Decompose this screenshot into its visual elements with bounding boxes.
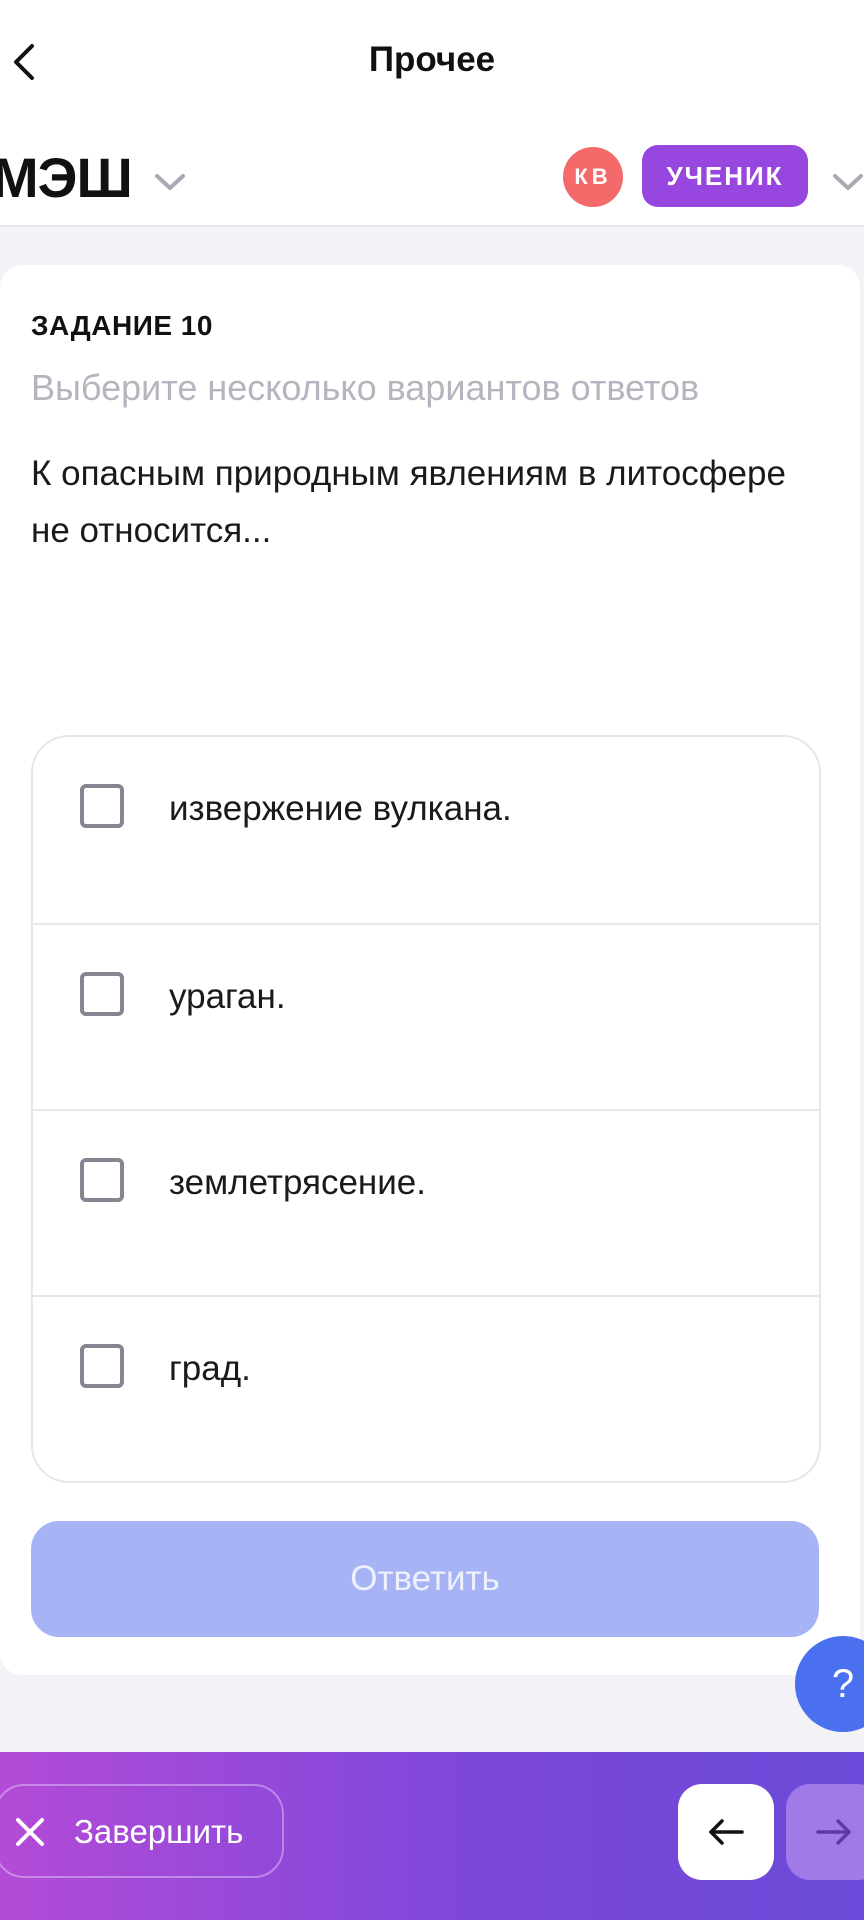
finish-button[interactable]: Завершить	[0, 1784, 284, 1878]
arrow-left-icon	[709, 1819, 744, 1845]
bottom-bar: Завершить	[0, 1752, 864, 1920]
answer-option-label: землетрясение.	[169, 1163, 426, 1202]
page: Прочее МЭШ КВ УЧЕНИК ЗАДАНИЕ 10 Выберите…	[0, 0, 864, 1920]
answer-checkbox[interactable]	[80, 784, 124, 828]
page-title: Прочее	[368, 40, 496, 79]
task-number: ЗАДАНИЕ 10	[31, 310, 213, 341]
answer-option[interactable]: землетрясение.	[33, 1109, 819, 1297]
answer-option[interactable]: град.	[33, 1295, 819, 1481]
answer-option-label: извержение вулкана.	[169, 789, 512, 828]
answer-option-label: ураган.	[169, 977, 286, 1016]
app-switcher-chevron[interactable]	[150, 167, 190, 197]
finish-button-label: Завершить	[74, 1813, 244, 1850]
answer-checkbox[interactable]	[80, 1158, 124, 1202]
answer-checkbox[interactable]	[80, 1344, 124, 1388]
avatar[interactable]: КВ	[563, 147, 623, 207]
role-badge[interactable]: УЧЕНИК	[642, 145, 808, 207]
answer-options: извержение вулкана. ураган. землетрясени…	[31, 735, 821, 1483]
task-hint: Выберите несколько вариантов ответов	[31, 367, 700, 408]
task-card: ЗАДАНИЕ 10 Выберите несколько вариантов …	[0, 265, 860, 1675]
answer-option-label: град.	[169, 1349, 251, 1388]
question-mark-icon: ?	[831, 1661, 855, 1706]
chevron-down-icon	[833, 174, 863, 190]
answer-option[interactable]: ураган.	[33, 923, 819, 1111]
previous-task-button[interactable]	[678, 1784, 774, 1880]
answer-checkbox[interactable]	[80, 972, 124, 1016]
top-nav: Прочее	[0, 0, 864, 125]
submit-answer-button[interactable]: Ответить	[31, 1521, 819, 1637]
close-icon	[16, 1818, 44, 1846]
profile-menu-chevron[interactable]	[832, 167, 864, 197]
app-header: МЭШ КВ УЧЕНИК	[0, 125, 864, 227]
next-task-button[interactable]	[786, 1784, 864, 1880]
answer-option[interactable]: извержение вулкана.	[33, 737, 819, 923]
arrow-right-icon	[816, 1819, 851, 1845]
app-logo[interactable]: МЭШ	[0, 145, 133, 210]
task-question: К опасным природным явлениям в литосфере…	[31, 454, 786, 550]
chevron-down-icon	[155, 174, 185, 190]
